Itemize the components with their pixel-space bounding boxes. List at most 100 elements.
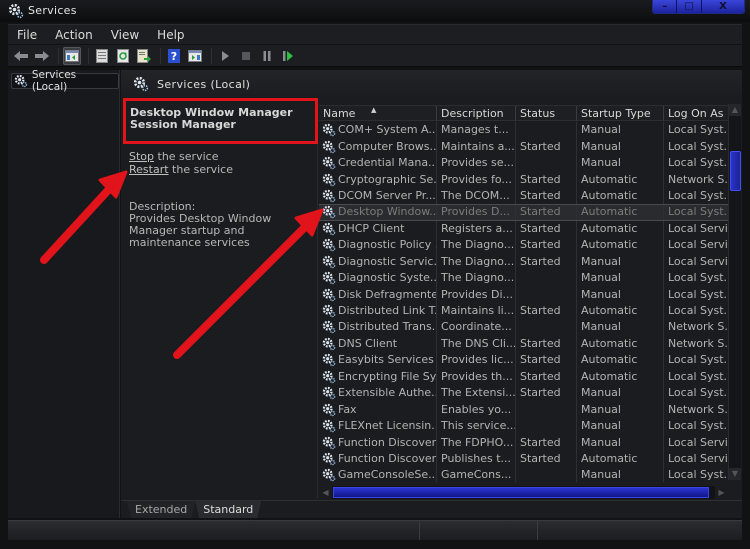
menu-action[interactable]: Action [46, 28, 102, 42]
service-gear-icon [322, 403, 336, 416]
cell-description: GameCons... [437, 467, 516, 482]
cell-status: Started [516, 171, 577, 188]
tree-item-services-local[interactable]: Services (Local) [11, 69, 119, 93]
cell-status [516, 401, 577, 418]
table-row-selected[interactable]: Desktop Window... Provides D... Started Aut… [319, 204, 730, 221]
forward-button[interactable] [33, 47, 51, 65]
cell-description: Provides fo... [437, 171, 516, 188]
table-row[interactable]: DHCP Client Registers a... Started Automati… [319, 220, 730, 238]
cell-description: The Diagno... [437, 237, 516, 254]
menu-file[interactable]: File [8, 28, 46, 42]
stop-service-link[interactable]: Stop [129, 150, 154, 163]
table-row[interactable]: Encrypting File Sy... Provides th... Start… [319, 368, 730, 385]
column-header-name[interactable]: Name ▲ [319, 106, 437, 121]
refresh-button[interactable] [114, 47, 132, 65]
table-row[interactable]: Easybits Services ... Provides lic... Star… [319, 352, 730, 369]
close-button[interactable]: X [701, 0, 744, 13]
cell-status: Started [516, 187, 577, 205]
status-segment [420, 521, 538, 540]
table-row[interactable]: Diagnostic Policy ... The Diagno... Starte… [319, 237, 730, 254]
tab-standard[interactable]: Standard [195, 501, 262, 518]
column-header-description[interactable]: Description [437, 106, 516, 121]
service-name: Diagnostic Servic... [338, 254, 437, 268]
show-hide-action-pane-button[interactable] [186, 47, 204, 65]
cell-startup-type: Automatic [577, 450, 664, 468]
back-button[interactable] [12, 47, 30, 65]
table-row[interactable]: GameConsoleSe... GameCons... Manual Local S… [319, 467, 730, 482]
restart-service-link[interactable]: Restart [129, 163, 169, 176]
cell-name: Diagnostic Syste... [319, 269, 437, 287]
cell-name: Disk Defragmenter [319, 286, 437, 303]
cell-status [516, 467, 577, 482]
export-list-button[interactable] [135, 47, 153, 65]
scroll-left-button[interactable]: ◀ [319, 486, 332, 499]
start-service-button[interactable] [216, 47, 234, 65]
service-name: Credential Mana... [338, 156, 437, 170]
cell-startup-type: Manual [577, 286, 664, 303]
menu-view[interactable]: View [102, 28, 148, 42]
status-segment [8, 521, 420, 540]
pause-service-button[interactable] [258, 47, 276, 65]
cell-description: This service... [437, 417, 516, 435]
tab-extended[interactable]: Extended [127, 501, 196, 518]
table-row[interactable]: Function Discover... Publishes t... Starte… [319, 450, 730, 468]
service-gear-icon [322, 173, 336, 186]
table-row[interactable]: DCOM Server Pr... The DCOM... Started Autom… [319, 187, 730, 205]
cell-status [516, 154, 577, 172]
service-gear-icon [322, 354, 336, 367]
minimize-button[interactable]: – [653, 0, 678, 13]
cell-startup-type: Manual [577, 385, 664, 402]
toolbar-separator [211, 47, 212, 64]
table-row[interactable]: COM+ System A... Manages t... Manual Local … [319, 122, 730, 139]
cell-status [516, 286, 577, 303]
help-button[interactable]: ? [165, 47, 183, 65]
table-row[interactable]: Extensible Authe... The Extensi... Started… [319, 385, 730, 402]
scroll-up-button[interactable]: ▲ [729, 104, 741, 116]
table-row[interactable]: Cryptographic Se... Provides fo... Started… [319, 171, 730, 188]
service-name: Desktop Window... [338, 205, 437, 219]
horizontal-scroll-thumb[interactable] [333, 487, 709, 498]
cell-name: DNS Client [319, 335, 437, 353]
column-header-startup-type[interactable]: Startup Type [577, 106, 664, 121]
stop-service-button[interactable] [237, 47, 255, 65]
table-row[interactable]: Distributed Link T... Maintains li... Star… [319, 302, 730, 320]
cell-status [516, 417, 577, 435]
cell-startup-type: Manual [577, 401, 664, 418]
scroll-down-button[interactable]: ▼ [729, 468, 741, 480]
cell-description: The DNS Cli... [437, 335, 516, 353]
table-row[interactable]: FLEXnet Licensin... This service... Manual… [319, 417, 730, 435]
cell-name: Desktop Window... [319, 205, 437, 220]
cell-log-on-as: Network S... [668, 336, 730, 350]
service-gear-icon [322, 189, 336, 203]
table-row[interactable]: DNS Client The DNS Cli... Started Automatic… [319, 335, 730, 353]
horizontal-scrollbar[interactable]: ◀ ▶ [319, 486, 728, 499]
show-hide-console-tree-button[interactable] [63, 46, 81, 65]
cell-log-on-as: Local Servi... [668, 238, 730, 252]
show-hide-action-pane-icon [188, 49, 202, 62]
service-name: DNS Client [338, 336, 398, 350]
vertical-scrollbar[interactable]: ▲ ▼ [728, 104, 741, 480]
table-row[interactable]: Fax Enables yo... Manual Network S... [319, 401, 730, 418]
menu-bar: File Action View Help [8, 24, 742, 44]
table-row[interactable]: Disk Defragmenter Provides Di... Manual Loc… [319, 286, 730, 303]
table-row[interactable]: Function Discover... The FDPHO... Started M… [319, 434, 730, 451]
restart-service-button[interactable] [279, 47, 297, 65]
table-row[interactable]: Credential Mana... Provides se... Manual Lo… [319, 154, 730, 172]
scroll-right-button[interactable]: ▶ [715, 486, 728, 499]
table-row[interactable]: Distributed Trans... Coordinate... Manual N… [319, 319, 730, 336]
help-icon: ? [168, 48, 180, 63]
maximize-button[interactable]: □ [677, 0, 702, 13]
table-row[interactable]: Computer Brows... Maintains a... Started Ma… [319, 138, 730, 155]
column-header-status[interactable]: Status [516, 106, 577, 121]
table-row[interactable]: Diagnostic Servic... The Diagno... Started… [319, 253, 730, 270]
vertical-scroll-thumb[interactable] [730, 151, 741, 191]
table-row[interactable]: Diagnostic Syste... The Diagno... Manual Lo… [319, 269, 730, 287]
cell-description: Registers a... [437, 220, 516, 238]
services-list: Name ▲ Description Status Startup Type Lo… [319, 98, 742, 499]
properties-button[interactable] [93, 47, 111, 65]
cell-startup-type: Manual [577, 319, 664, 336]
cell-log-on-as: Local Servi... [668, 435, 730, 449]
column-header-log-on-as[interactable]: Log On As [664, 106, 730, 121]
pane-title: Services (Local) [157, 77, 251, 91]
menu-help[interactable]: Help [148, 28, 193, 42]
